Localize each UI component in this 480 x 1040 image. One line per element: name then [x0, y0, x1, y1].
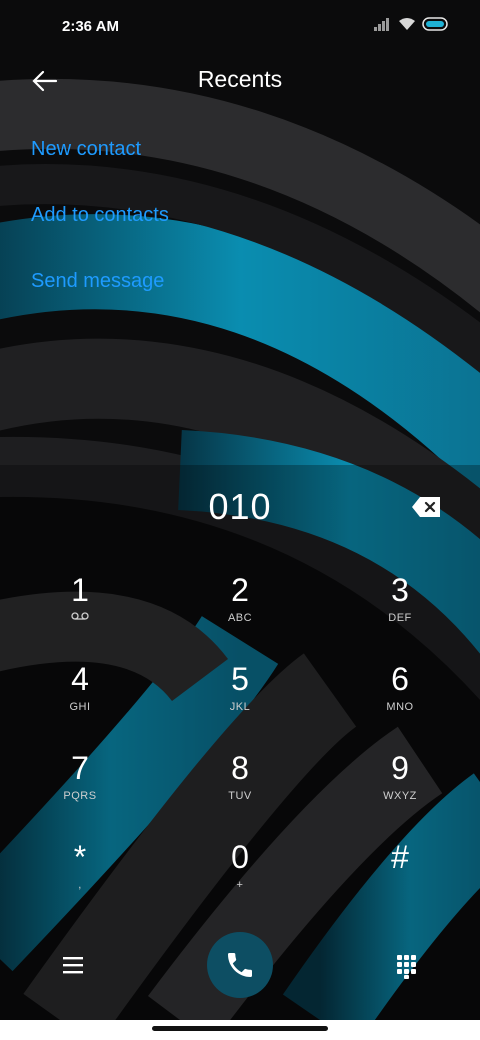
bottom-actions [0, 930, 480, 1000]
key-2[interactable]: 2 ABC [185, 570, 295, 650]
phone-icon [228, 953, 252, 977]
key-letters: JKL [229, 701, 251, 713]
key-9[interactable]: 9 WXYZ [345, 748, 455, 828]
recents-menu: New contact Add to contacts Send message [31, 132, 169, 330]
key-digit: # [391, 839, 409, 875]
backspace-icon[interactable] [412, 496, 442, 518]
dialed-number: 010 [208, 486, 272, 527]
key-star[interactable]: * , [25, 837, 135, 917]
key-letters: , [78, 879, 82, 891]
key-letters: PQRS [63, 790, 97, 802]
voicemail-icon [25, 610, 135, 626]
wifi-icon [399, 18, 415, 30]
key-digit: 4 [71, 661, 89, 697]
call-button[interactable] [207, 932, 273, 998]
key-0[interactable]: 0 + [185, 837, 295, 917]
menu-icon[interactable] [63, 956, 83, 974]
page-title: Recents [197, 66, 283, 92]
key-digit: 7 [71, 750, 89, 786]
key-digit: 8 [231, 750, 249, 786]
battery-icon [422, 17, 448, 31]
key-digit: 2 [231, 572, 249, 608]
key-1[interactable]: 1 [25, 570, 135, 650]
status-bar: 2:36 AM [0, 0, 480, 56]
key-letters: MNO [386, 701, 414, 713]
new-contact-option[interactable]: New contact [31, 132, 169, 198]
key-letters: GHI [69, 701, 91, 713]
key-digit: 0 [231, 839, 249, 875]
status-icons [374, 17, 450, 31]
navigation-bar [0, 1020, 480, 1040]
key-digit: * [73, 839, 87, 875]
key-digit: 1 [71, 572, 89, 608]
status-time: 2:36 AM [62, 18, 119, 35]
key-3[interactable]: 3 DEF [345, 570, 455, 650]
signal-icon [374, 18, 389, 31]
header: Recents [0, 56, 480, 108]
add-to-contacts-option[interactable]: Add to contacts [31, 198, 169, 264]
key-letters: DEF [388, 612, 412, 624]
key-4[interactable]: 4 GHI [25, 659, 135, 739]
key-digit: 5 [231, 661, 249, 697]
send-message-option[interactable]: Send message [31, 264, 169, 330]
key-8[interactable]: 8 TUV [185, 748, 295, 828]
home-indicator[interactable] [152, 1026, 328, 1031]
key-letters: ABC [227, 612, 253, 624]
key-pound[interactable]: # [345, 837, 455, 917]
key-letters: + [236, 879, 244, 891]
key-digit: 3 [391, 572, 409, 608]
key-letters: WXYZ [383, 790, 417, 802]
key-5[interactable]: 5 JKL [185, 659, 295, 739]
key-digit: 9 [391, 750, 409, 786]
key-letters: TUV [228, 790, 252, 802]
key-6[interactable]: 6 MNO [345, 659, 455, 739]
key-7[interactable]: 7 PQRS [25, 748, 135, 828]
dialpad-icon[interactable] [397, 955, 417, 979]
key-digit: 6 [391, 661, 409, 697]
